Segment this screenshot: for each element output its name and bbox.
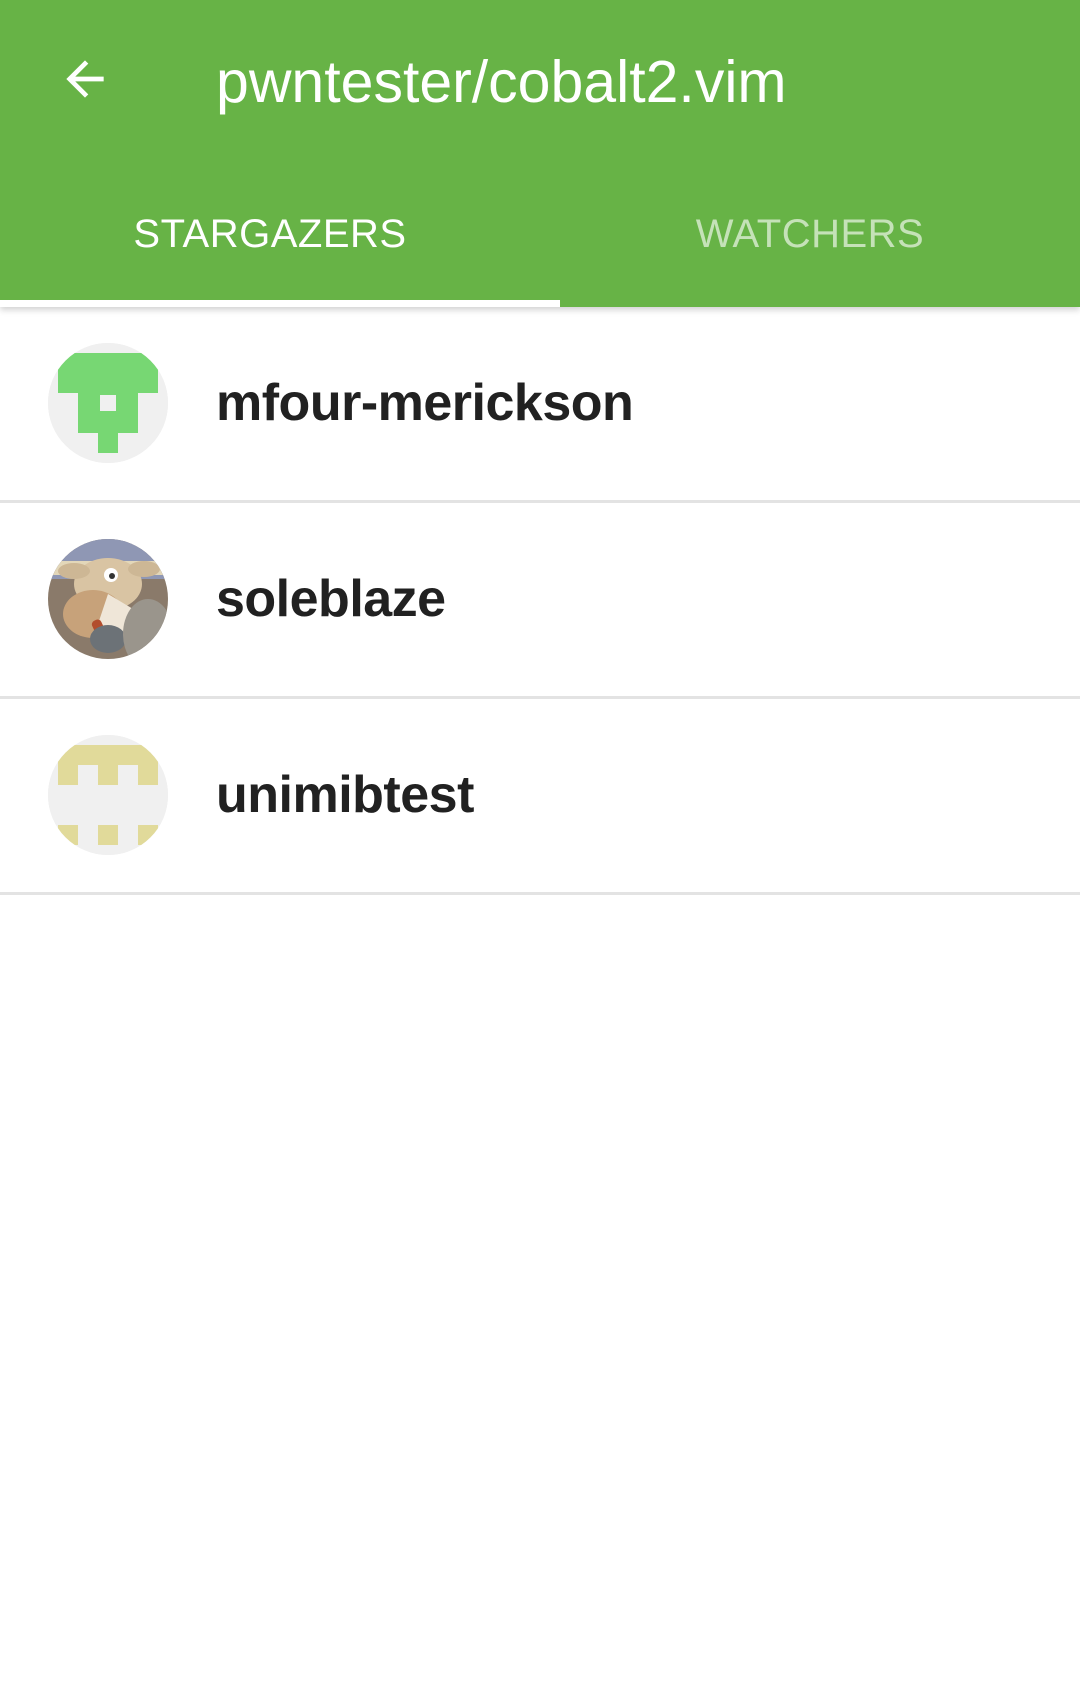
tab-bar: STARGAZERS WATCHERS [0, 190, 1080, 307]
tab-stargazers[interactable]: STARGAZERS [0, 190, 540, 307]
user-list: mfour-merickson soleblaze unimibtest [0, 307, 1080, 895]
avatar [48, 735, 168, 855]
tab-watchers[interactable]: WATCHERS [540, 190, 1080, 307]
app-screen: pwntester/cobalt2.vim STARGAZERS WATCHER… [0, 0, 1080, 1699]
username: unimibtest [216, 766, 474, 824]
list-item[interactable]: mfour-merickson [0, 307, 1080, 503]
identicon-yellow-avatar [48, 735, 168, 855]
list-item[interactable]: soleblaze [0, 503, 1080, 699]
page-title: pwntester/cobalt2.vim [216, 49, 787, 115]
back-button[interactable] [40, 34, 130, 124]
cartoon-photo-avatar [48, 539, 168, 659]
app-bar: pwntester/cobalt2.vim STARGAZERS WATCHER… [0, 0, 1080, 307]
username: mfour-merickson [216, 374, 634, 432]
avatar [48, 539, 168, 659]
username: soleblaze [216, 570, 446, 628]
arrow-back-icon [66, 60, 104, 98]
identicon-green-avatar [48, 343, 168, 463]
active-tab-indicator [0, 300, 560, 307]
avatar [48, 343, 168, 463]
list-item[interactable]: unimibtest [0, 699, 1080, 895]
